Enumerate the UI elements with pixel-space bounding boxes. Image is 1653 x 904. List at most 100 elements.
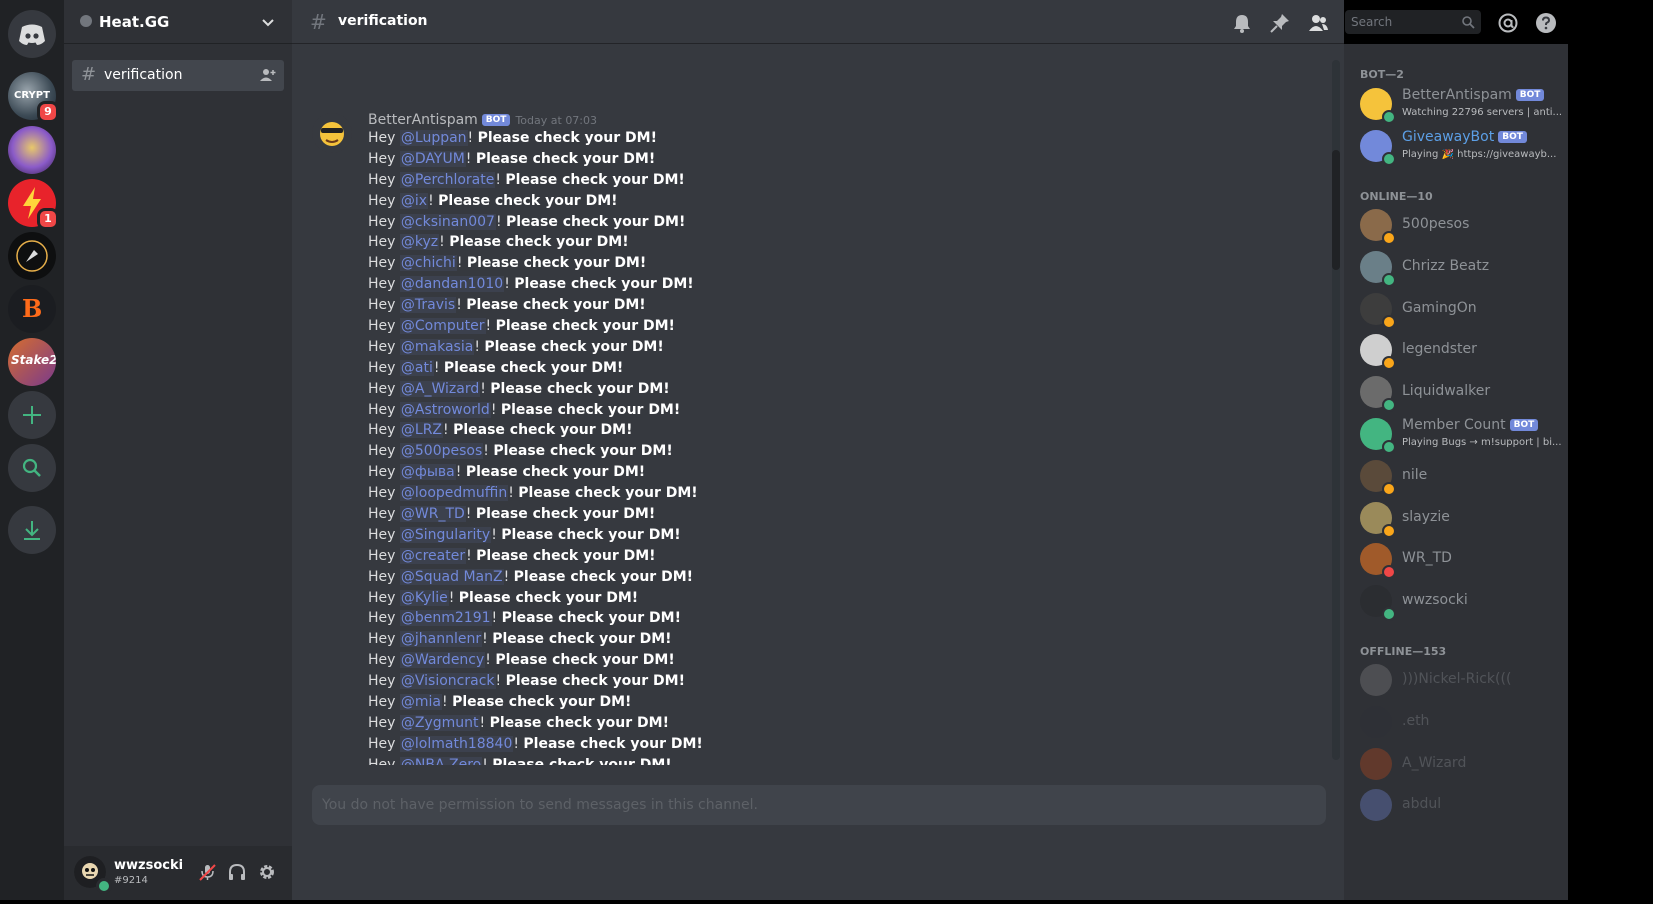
create-invite-icon[interactable] bbox=[260, 68, 276, 82]
greeting-text: Hey bbox=[368, 714, 396, 731]
user-mention[interactable]: @DAYUM bbox=[399, 150, 466, 167]
scrollbar-thumb[interactable] bbox=[1332, 150, 1340, 270]
user-mention[interactable]: @cksinan007 bbox=[399, 213, 496, 230]
greeting-text: Hey bbox=[368, 464, 396, 481]
member-item[interactable]: abdul bbox=[1360, 785, 1560, 825]
channel-item-verification[interactable]: # verification bbox=[72, 60, 284, 91]
member-item[interactable]: BetterAntispam BOT Watching 22796 servers… bbox=[1360, 84, 1562, 124]
avatar[interactable] bbox=[312, 113, 352, 153]
server-icon-b[interactable]: B bbox=[8, 285, 56, 333]
user-mention[interactable]: @creater bbox=[399, 547, 467, 564]
user-mention[interactable]: @NBA Zero bbox=[399, 756, 483, 765]
member-item[interactable]: nile bbox=[1360, 456, 1560, 496]
user-mention[interactable]: @Visioncrack bbox=[399, 673, 496, 690]
bell-icon[interactable] bbox=[1231, 12, 1253, 34]
message-line: Hey @dandan1010! Please check your DM! bbox=[368, 276, 694, 293]
user-mention[interactable]: @фыва bbox=[399, 464, 456, 481]
mentions-icon[interactable] bbox=[1497, 12, 1519, 34]
home-button[interactable] bbox=[8, 10, 56, 58]
user-mention[interactable]: @ix bbox=[399, 192, 429, 209]
user-mention[interactable]: @kyz bbox=[399, 234, 440, 251]
server-icon-emoji[interactable] bbox=[8, 126, 56, 174]
member-item[interactable]: GamingOn bbox=[1360, 289, 1560, 329]
chevron-down-icon[interactable] bbox=[260, 14, 276, 30]
member-item[interactable]: WR_TD bbox=[1360, 539, 1560, 580]
member-item[interactable]: .eth bbox=[1360, 702, 1560, 742]
user-mention[interactable]: @lolmath18840 bbox=[399, 735, 514, 752]
user-mention[interactable]: @ati bbox=[399, 359, 434, 376]
mute-microphone-icon[interactable] bbox=[196, 861, 218, 883]
member-name: 500pesos bbox=[1402, 216, 1470, 232]
message-line: Hey @NBA Zero! Please check your DM! bbox=[368, 755, 703, 765]
user-mention[interactable]: @mia bbox=[399, 694, 442, 711]
member-item[interactable]: A_Wizard bbox=[1360, 744, 1560, 784]
member-name: )))Nickel-Rick((( bbox=[1402, 671, 1512, 687]
explore-servers-button[interactable] bbox=[8, 444, 56, 492]
search-input[interactable]: Search bbox=[1345, 10, 1481, 34]
server-icon-compass[interactable] bbox=[8, 232, 56, 280]
user-mention[interactable]: @Computer bbox=[399, 318, 486, 335]
gear-icon[interactable] bbox=[256, 861, 278, 883]
server-icon-lightning[interactable]: 1 bbox=[8, 179, 59, 230]
greeting-text: Hey bbox=[368, 756, 396, 765]
user-mention[interactable]: @makasia bbox=[399, 338, 475, 355]
greeting-text: Hey bbox=[368, 380, 396, 397]
member-item[interactable]: GiveawayBot BOT Playing 🎉 https://giveawa… bbox=[1360, 126, 1560, 166]
user-mention[interactable]: @chichi bbox=[399, 255, 457, 272]
dm-notice-text: Please check your DM! bbox=[438, 192, 618, 209]
member-item[interactable]: Liquidwalker bbox=[1360, 372, 1560, 413]
server-icon-crypto[interactable]: CRYPT 9 bbox=[8, 72, 59, 123]
user-mention[interactable]: @Wardency bbox=[399, 652, 486, 669]
member-item[interactable]: Chrizz Beatz bbox=[1360, 247, 1560, 287]
member-item[interactable]: )))Nickel-Rick((( bbox=[1360, 660, 1560, 700]
search-icon bbox=[1462, 16, 1475, 29]
member-item[interactable]: Member Count BOT Playing Bugs → m!support … bbox=[1360, 414, 1562, 454]
add-server-button[interactable] bbox=[8, 391, 56, 439]
user-mention[interactable]: @Luppan bbox=[399, 130, 468, 146]
user-mention[interactable]: @dandan1010 bbox=[399, 276, 505, 293]
user-mention[interactable]: @500pesos bbox=[399, 443, 484, 460]
user-mention[interactable]: @Singularity bbox=[399, 526, 492, 543]
download-apps-button[interactable] bbox=[8, 506, 56, 554]
greeting-text: Hey bbox=[368, 547, 396, 564]
online-status-icon bbox=[96, 878, 112, 894]
member-item[interactable]: wwzsocki bbox=[1360, 581, 1560, 622]
user-mention[interactable]: @Squad ManZ bbox=[399, 568, 504, 585]
member-name: Liquidwalker bbox=[1402, 383, 1491, 400]
status-icon bbox=[1382, 440, 1396, 454]
user-mention[interactable]: @Astroworld bbox=[399, 401, 491, 418]
message-line: Hey @Squad ManZ! Please check your DM! bbox=[368, 568, 694, 585]
member-name: legendster bbox=[1402, 341, 1477, 358]
member-item[interactable]: 500pesos bbox=[1360, 205, 1560, 245]
user-mention[interactable]: @A_Wizard bbox=[399, 380, 481, 397]
member-item[interactable]: legendster bbox=[1360, 330, 1560, 371]
greeting-text: Hey bbox=[368, 297, 396, 314]
headphones-icon[interactable] bbox=[226, 861, 248, 883]
dm-notice-text: Please check your DM! bbox=[452, 694, 632, 711]
user-mention[interactable]: @Travis bbox=[399, 297, 457, 314]
user-mention[interactable]: @WR_TD bbox=[399, 506, 466, 523]
user-mention[interactable]: @jhannlenr bbox=[399, 631, 483, 648]
message-author[interactable]: BetterAntispam bbox=[368, 112, 478, 128]
user-mention[interactable]: @loopedmuffin bbox=[399, 485, 509, 502]
status-icon bbox=[1382, 565, 1396, 580]
user-mention[interactable]: @benm2191 bbox=[399, 610, 492, 627]
help-icon[interactable] bbox=[1535, 12, 1557, 34]
server-header[interactable]: Heat.GG bbox=[64, 0, 292, 44]
user-mention[interactable]: @Zygmunt bbox=[399, 714, 480, 731]
server-icon-stake2[interactable]: Stake2 bbox=[8, 338, 56, 386]
pin-icon[interactable] bbox=[1269, 12, 1291, 34]
user-mention[interactable]: @LRZ bbox=[399, 422, 444, 439]
user-mention[interactable]: @Perchlorate bbox=[399, 171, 496, 188]
member-list-icon[interactable] bbox=[1307, 12, 1329, 34]
channel-header: # verification bbox=[292, 0, 1344, 44]
dm-notice-text: Please check your DM! bbox=[523, 735, 703, 752]
bot-badge: BOT bbox=[1498, 131, 1527, 143]
member-name: slayzie bbox=[1402, 508, 1450, 525]
message-list[interactable]: BetterAntispam BOT Today at 07:03 Hey @Lup… bbox=[292, 45, 1332, 765]
user-mention[interactable]: @Kylie bbox=[399, 589, 449, 606]
discord-logo-icon bbox=[19, 24, 45, 45]
plus-icon bbox=[23, 406, 41, 424]
input-placeholder: You do not have permission to send messa… bbox=[322, 797, 758, 813]
member-item[interactable]: slayzie bbox=[1360, 498, 1560, 538]
